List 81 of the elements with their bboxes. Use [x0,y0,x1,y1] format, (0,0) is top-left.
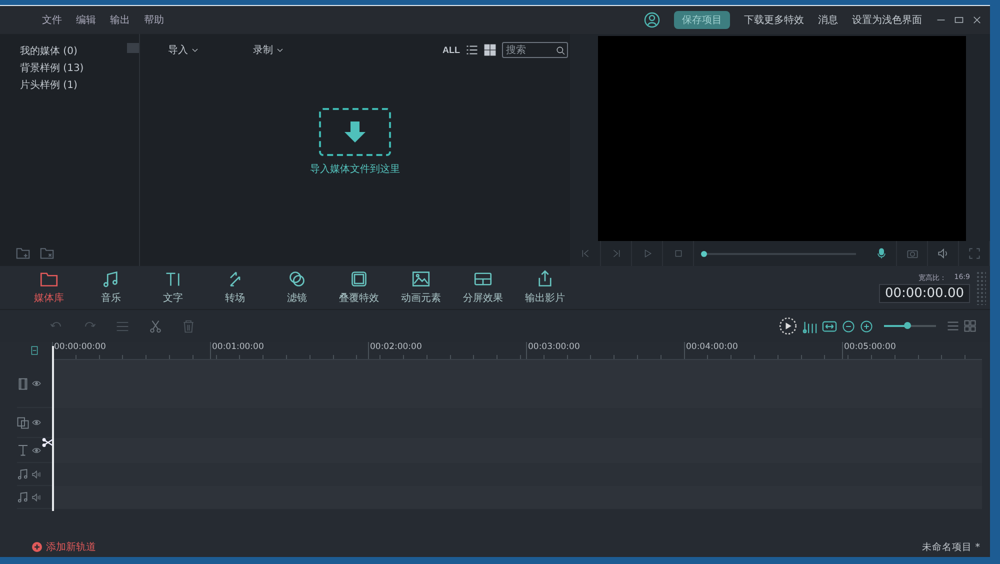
user-avatar-icon[interactable] [644,12,660,28]
eye-icon[interactable] [32,446,41,454]
media-folder-item[interactable]: 片头样例 (1) [20,78,123,92]
grid-view-icon[interactable] [964,320,976,332]
menu-item[interactable]: 编辑 [76,13,96,27]
header-link[interactable]: 消息 [818,13,838,27]
fullscreen-icon[interactable] [968,248,980,259]
split-screen-icon[interactable] [474,270,492,288]
download-arrow-icon [343,120,367,144]
drop-zone[interactable] [319,108,391,156]
maximize-icon[interactable] [954,15,964,25]
microphone-icon[interactable] [876,248,886,259]
menu-item[interactable]: 输出 [110,13,130,27]
image-icon[interactable] [412,270,430,288]
record-dropdown[interactable]: 录制 [253,43,284,57]
import-dropdown[interactable]: 导入 [168,43,199,57]
eye-icon[interactable] [32,418,41,427]
close-icon[interactable] [972,15,982,25]
grid-view-icon[interactable] [484,44,496,56]
header-link[interactable]: 下载更多特效 [744,13,804,27]
search-icon[interactable] [556,46,565,55]
track-lane[interactable] [52,486,982,509]
music-note-icon [17,468,29,480]
tool-tab[interactable]: 输出影片 [514,268,576,307]
camera-icon[interactable] [906,248,918,259]
play-icon[interactable] [642,249,652,258]
tool-tab[interactable]: 滤镜 [266,268,328,307]
copy-icon [17,416,29,428]
menu-item[interactable]: 帮助 [144,13,164,27]
tool-tab[interactable]: 动画元素 [390,268,452,307]
drop-hint: 导入媒体文件到这里 [310,162,400,176]
ruler-label: 00:02:00:00 [368,342,526,359]
speaker-icon[interactable] [32,492,41,502]
share-icon[interactable] [536,270,554,288]
ruler-label: 00:01:00:00 [210,342,368,359]
tool-tab[interactable]: 文字 [142,268,204,307]
ruler-label: 00:04:00:00 [684,342,842,359]
speaker-icon[interactable] [32,470,41,478]
skip-start-icon[interactable] [580,249,590,258]
square-icon[interactable] [350,270,368,288]
step-icon[interactable] [612,249,620,258]
eye-icon[interactable] [32,379,41,388]
folder-icon[interactable] [40,270,58,288]
header-link[interactable]: 设置为浅色界面 [852,13,922,27]
tool-tab[interactable]: 音乐 [80,268,142,307]
zoom-in-icon[interactable] [860,320,873,332]
filter-all-button[interactable]: ALL [442,45,460,55]
project-name: 未命名项目 * [922,540,980,554]
play-circle-icon[interactable] [779,317,797,335]
stop-icon[interactable] [674,249,682,258]
link-icon[interactable] [30,346,39,355]
ruler-label: 00:05:00:00 [842,342,1000,359]
music-note-icon [17,491,29,503]
tool-tab[interactable]: 媒体库 [18,268,80,307]
scissors-icon[interactable] [149,320,162,332]
tool-tab[interactable]: 叠覆特效 [328,268,390,307]
timecode-display: 00:00:00.00 [878,284,970,302]
plus-circle-icon [32,542,42,552]
track-lane[interactable] [52,360,982,408]
text-icon [17,444,29,456]
tool-tab[interactable]: 分屏效果 [452,268,514,307]
ruler-label: 00:03:00:00 [526,342,684,359]
fit-width-icon[interactable] [822,318,837,334]
chevron-down-icon [191,46,199,54]
search-field[interactable]: 搜索 [502,42,568,58]
media-folder-item[interactable]: 我的媒体 (0) [20,44,123,58]
add-track-button[interactable]: 添加新轨道 [32,540,96,554]
music-note-icon[interactable] [102,270,120,288]
text-icon[interactable] [164,270,182,288]
overlapping-circles-icon[interactable] [288,270,306,288]
chevron-down-icon [276,46,284,54]
scissors-cursor-icon [42,437,53,448]
delete-folder-icon[interactable] [40,246,54,260]
media-folder-item[interactable]: 背景样例 (13) [20,61,123,75]
list-view-icon[interactable] [466,44,478,56]
menu-item[interactable]: 文件 [42,13,62,27]
film-icon [17,378,29,390]
tool-tab[interactable]: 转场 [204,268,266,307]
add-folder-icon[interactable] [16,246,30,260]
zoom-out-icon[interactable] [842,320,855,332]
speaker-icon[interactable] [938,248,948,259]
